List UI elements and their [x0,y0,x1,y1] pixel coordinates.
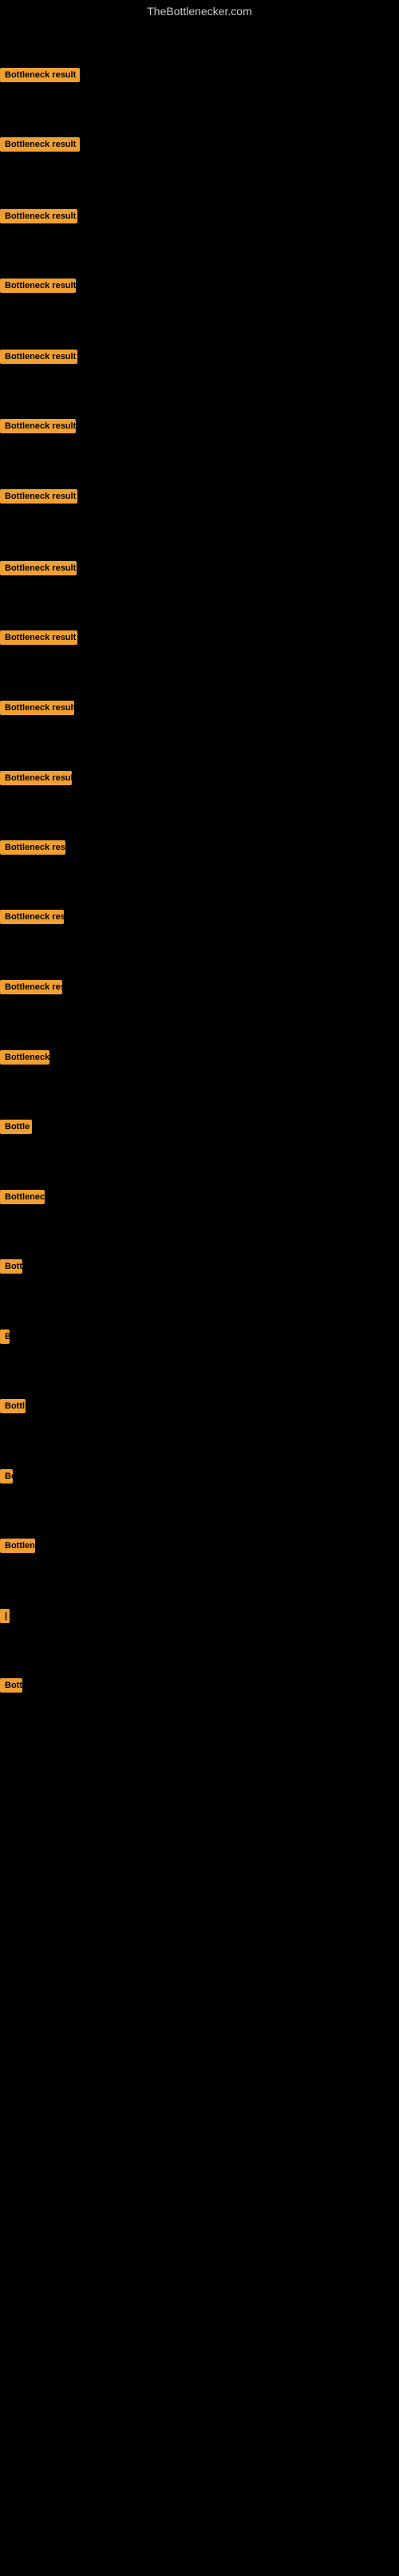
bottleneck-result-badge[interactable]: Bo [0,1469,13,1484]
bottleneck-result-row: Bottleneck resu [0,910,64,928]
bottleneck-result-badge[interactable]: Bottlenec [0,1190,45,1204]
bottleneck-result-badge[interactable]: Bottleneck result [0,209,77,223]
bottleneck-result-row: Bottleneck result [0,771,72,789]
bottleneck-result-row: Bottleneck result [0,209,77,227]
bottleneck-result-row: Bottleneck result [0,701,74,719]
bottleneck-result-row: B [0,1329,10,1348]
bottleneck-result-row: Bottlenec [0,1190,45,1208]
bottleneck-result-row: Bottleneck resu [0,840,65,859]
bottleneck-result-badge[interactable]: Bottleneck result [0,419,76,433]
bottleneck-result-badge[interactable]: Bottle [0,1120,32,1134]
bottleneck-result-badge[interactable]: Bottleneck [0,1050,49,1065]
bottleneck-result-badge[interactable]: Bottl [0,1399,26,1413]
bottleneck-result-badge[interactable]: Bottleneck result [0,561,77,575]
bottleneck-result-badge[interactable]: Bott [0,1259,22,1274]
bottleneck-result-row: Bottleneck result [0,137,80,156]
bottleneck-result-badge[interactable]: Bott [0,1678,22,1693]
bottleneck-result-badge[interactable]: Bottleneck resu [0,980,62,994]
bottleneck-result-badge[interactable]: Bottleneck result [0,489,77,504]
bottleneck-result-row: Bottleneck result [0,419,76,437]
bottleneck-result-badge[interactable]: Bottleneck result [0,630,77,645]
bottleneck-result-row: Bottleneck result [0,350,77,368]
site-title: TheBottlenecker.com [0,0,399,22]
bottleneck-result-badge[interactable]: Bottlen [0,1539,35,1553]
bottleneck-result-row: Bo [0,1469,13,1488]
bottleneck-result-badge[interactable]: B [0,1329,10,1344]
bottleneck-result-badge[interactable]: Bottleneck result [0,771,72,785]
bottleneck-result-row: Bottl [0,1399,26,1417]
bottleneck-result-row: Bottleneck result [0,489,77,508]
bottleneck-result-row: Bottleneck result [0,561,77,579]
bottleneck-result-badge[interactable]: Bottleneck result [0,701,74,715]
bottleneck-result-row: Bottleneck result [0,68,80,86]
bottleneck-result-badge[interactable]: Bottleneck resu [0,910,64,924]
bottleneck-result-row: Bottleneck result [0,279,76,297]
bottleneck-result-badge[interactable]: Bottleneck resu [0,840,65,855]
bottleneck-result-badge[interactable]: Bottleneck result [0,279,76,293]
bottleneck-result-row: Bottleneck result [0,630,77,649]
bottleneck-result-row: Bottle [0,1120,32,1138]
bottleneck-result-badge[interactable]: Bottleneck result [0,68,80,82]
bottleneck-result-badge[interactable]: Bottleneck result [0,350,77,364]
bottleneck-result-badge[interactable]: | [0,1609,10,1623]
bottleneck-result-badge[interactable]: Bottleneck result [0,137,80,152]
bottleneck-result-row: | [0,1609,10,1627]
bottleneck-result-row: Bott [0,1259,22,1278]
bottleneck-result-row: Bott [0,1678,22,1697]
bottleneck-result-row: Bottleneck resu [0,980,62,998]
bottleneck-result-row: Bottleneck [0,1050,49,1069]
bottleneck-result-row: Bottlen [0,1539,35,1557]
